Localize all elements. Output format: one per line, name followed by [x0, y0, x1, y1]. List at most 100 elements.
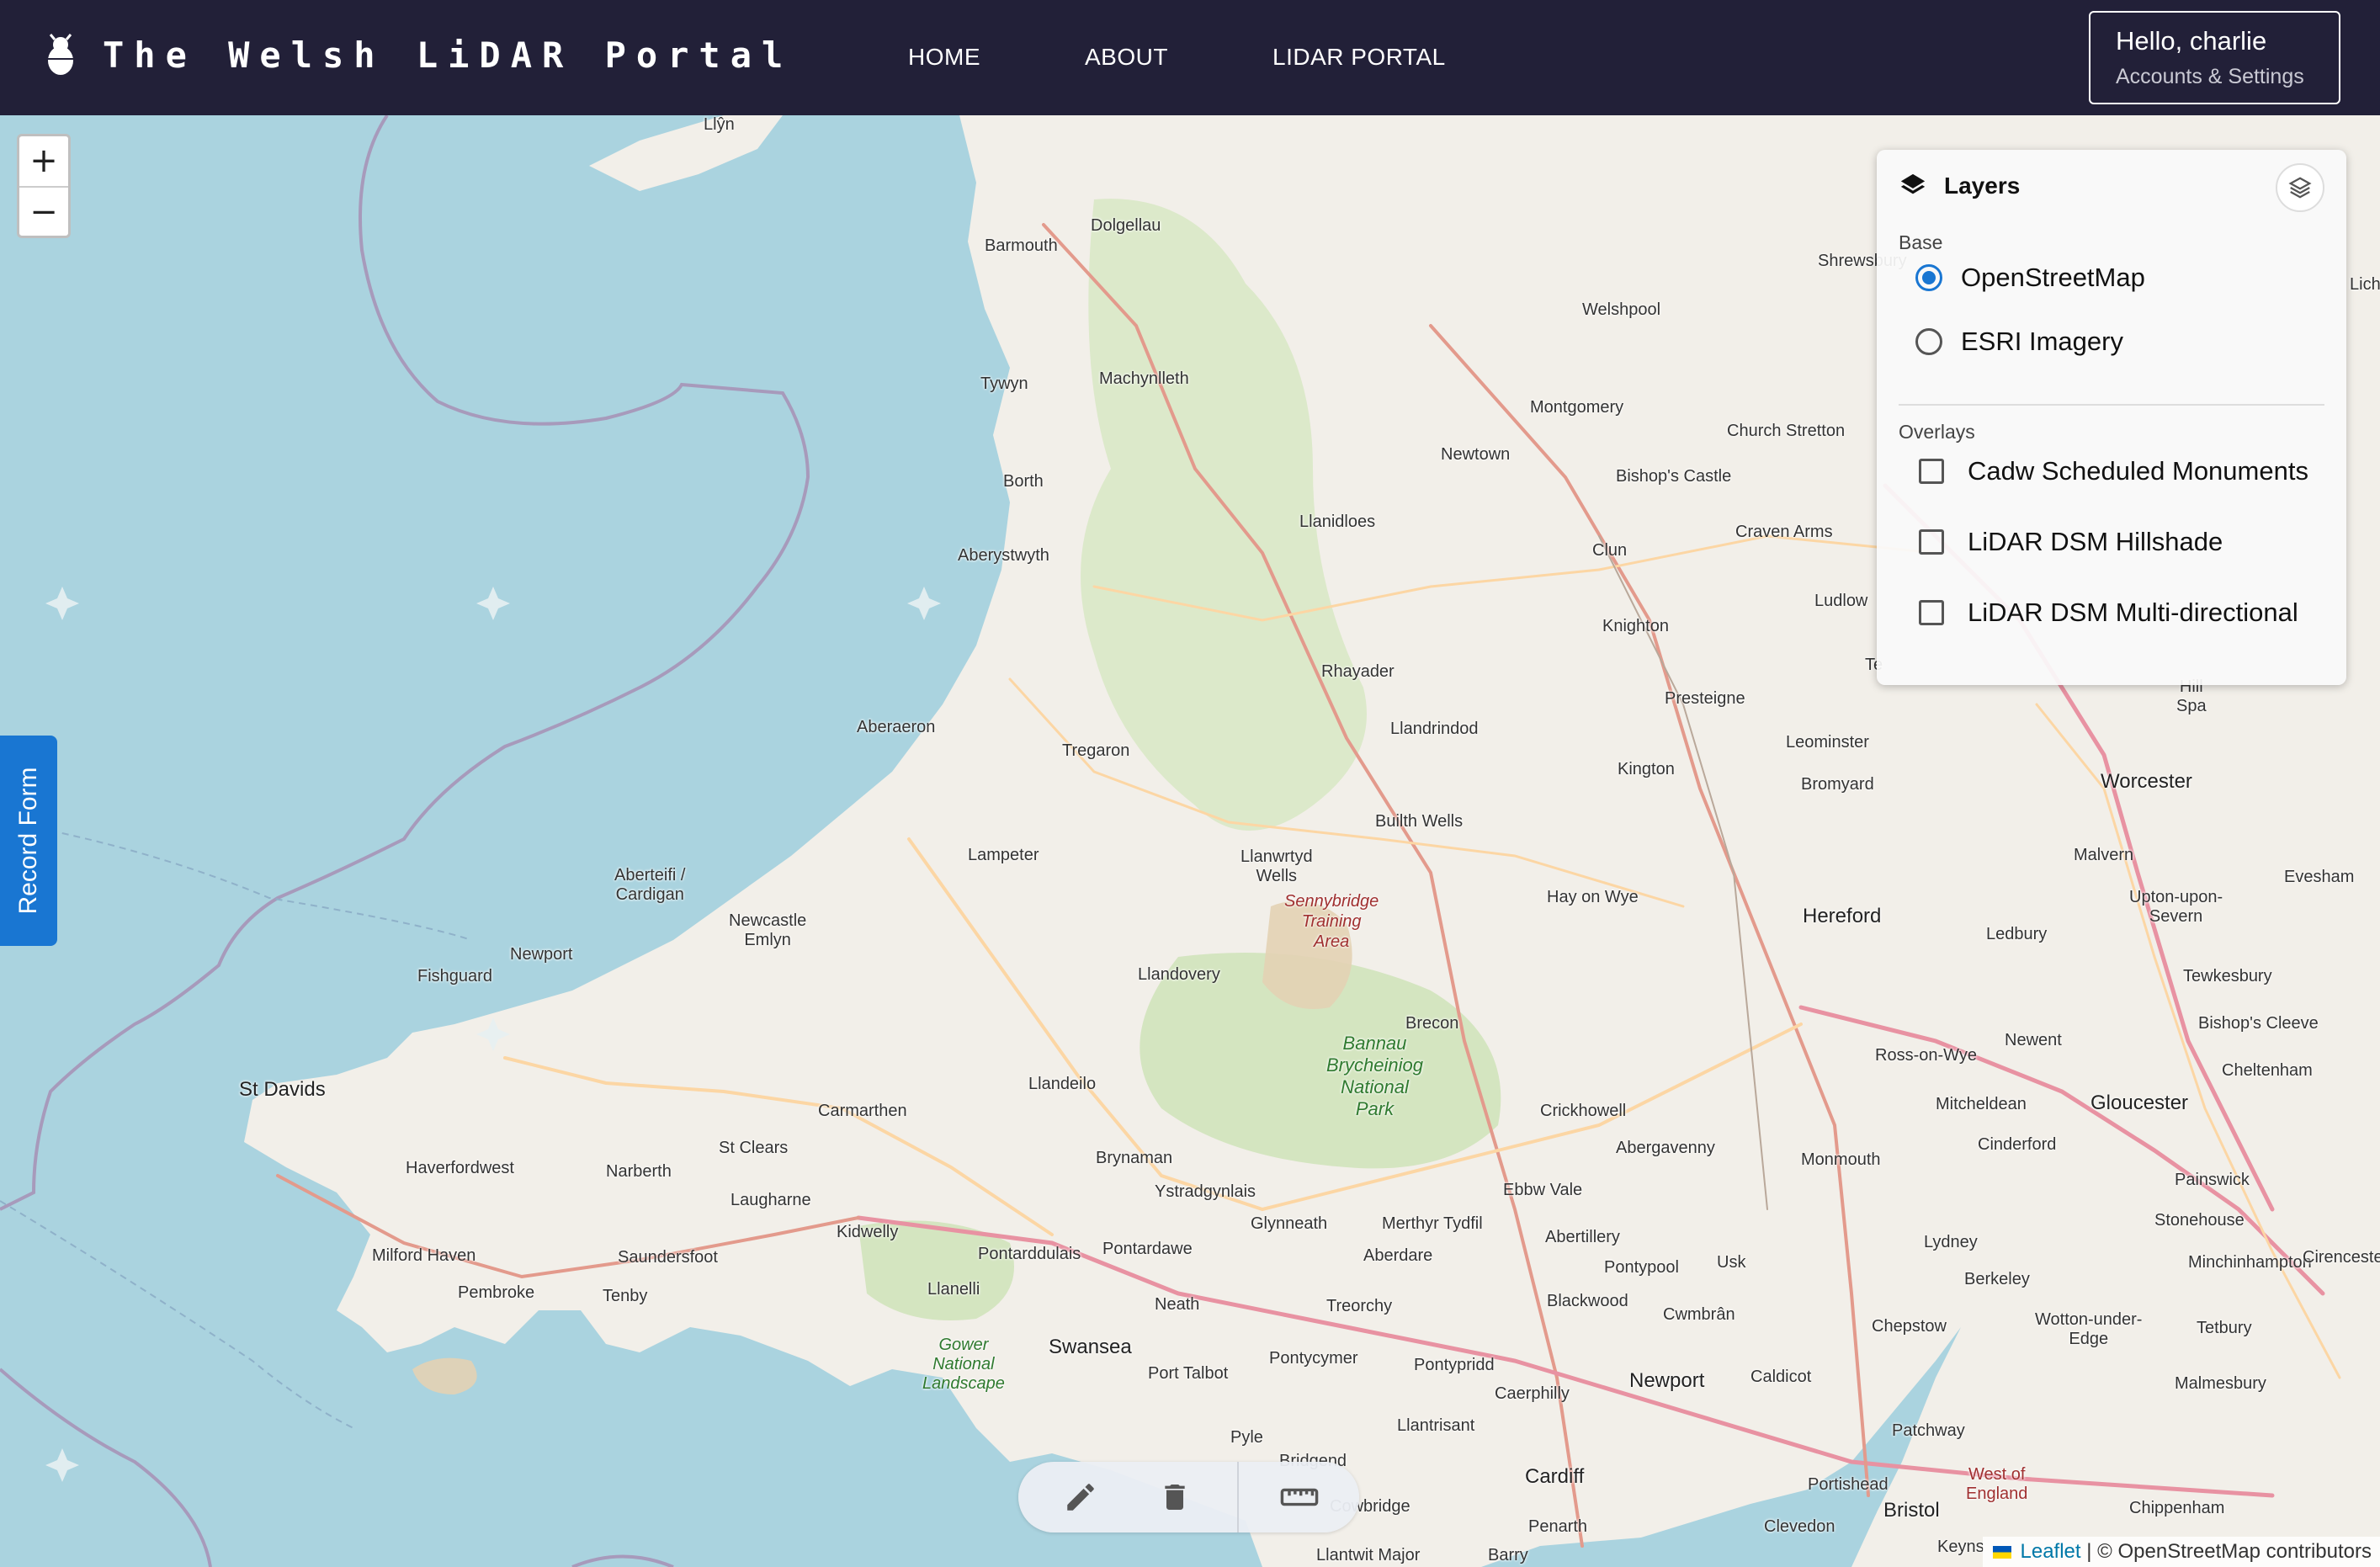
place-label: Dolgellau [1091, 216, 1161, 235]
place-label: Chippenham [2129, 1499, 2225, 1517]
place-label: Evesham [2284, 868, 2355, 886]
place-label: Neath [1155, 1295, 1200, 1314]
zoom-in-button[interactable]: + [19, 136, 68, 186]
nav-about[interactable]: ABOUT [1085, 44, 1168, 71]
place-label: Llantwit Major [1316, 1546, 1421, 1564]
place-label: Llandeilo [1028, 1075, 1097, 1093]
place-label: Caerphilly [1495, 1384, 1570, 1403]
place-label: Narberth [606, 1162, 672, 1181]
overlay-cadw-monuments[interactable]: Cadw Scheduled Monuments [1915, 456, 2308, 486]
checkbox[interactable] [1919, 529, 1944, 555]
radio-selected[interactable] [1915, 264, 1942, 291]
place-label: Port Talbot [1148, 1364, 1229, 1383]
place-label: Ystradgynlais [1155, 1182, 1256, 1201]
place-label: Tregaron [1062, 741, 1130, 760]
place-label: Swansea [1049, 1336, 1132, 1358]
checkbox[interactable] [1919, 459, 1944, 484]
place-label: Painswick [2175, 1171, 2250, 1189]
osm-attribution: © OpenStreetMap contributors [2097, 1540, 2372, 1563]
ruler-icon[interactable] [1276, 1474, 1323, 1521]
pencil-icon[interactable] [1057, 1474, 1104, 1521]
place-label: Fishguard [417, 967, 492, 985]
place-label: Patchway [1892, 1421, 1965, 1440]
toolbar-separator [1237, 1462, 1239, 1532]
place-label: Cheltenham [2222, 1061, 2313, 1080]
place-label: Abertillery [1545, 1228, 1620, 1246]
base-option-openstreetmap[interactable]: OpenStreetMap [1915, 263, 2145, 293]
app-title: The Welsh LiDAR Portal [103, 34, 794, 76]
place-label: Lampeter [968, 846, 1039, 864]
leaflet-link[interactable]: Leaflet [2021, 1540, 2081, 1563]
place-label: St Clears [719, 1139, 789, 1157]
place-label: Tywyn [980, 374, 1028, 393]
place-label: Tetbury [2197, 1319, 2252, 1337]
layers-toggle-button[interactable] [2276, 163, 2324, 212]
overlay-lidar-multidirectional[interactable]: LiDAR DSM Multi-directional [1915, 598, 2298, 628]
checkbox[interactable] [1919, 600, 1944, 625]
nav-lidar-portal[interactable]: LIDAR PORTAL [1272, 44, 1446, 71]
account-menu-button[interactable]: Hello, charlie Accounts & Settings [2089, 11, 2340, 104]
layers-icon [1900, 173, 1926, 194]
brand[interactable]: The Welsh LiDAR Portal [44, 34, 793, 76]
place-label: Stonehouse [2154, 1211, 2245, 1230]
place-label: Aberystwyth [958, 546, 1049, 565]
place-label: Presteigne [1665, 689, 1745, 708]
overlay-label: LiDAR DSM Multi-directional [1968, 598, 2298, 627]
record-form-label: Record Form [14, 767, 42, 915]
ukraine-flag-icon [1992, 1546, 2011, 1559]
place-label: Machynlleth [1099, 369, 1189, 388]
place-label: Hay on Wye [1547, 888, 1639, 906]
park-label: Gower National Landscape [922, 1336, 1005, 1393]
map-attribution: Leaflet | © OpenStreetMap contributors [1982, 1537, 2380, 1567]
place-label: Llandovery [1138, 965, 1220, 984]
attribution-separator: | [2080, 1540, 2098, 1563]
divider [1899, 404, 2324, 406]
place-label: Llanwrtyd Wells [1240, 847, 1313, 885]
place-label: Tewkesbury [2183, 967, 2272, 985]
place-label: Ledbury [1986, 925, 2048, 943]
place-label: Portishead [1808, 1475, 1889, 1494]
place-label: Pontarddulais [978, 1245, 1081, 1263]
radio-unselected[interactable] [1915, 328, 1942, 355]
base-option-esri-imagery[interactable]: ESRI Imagery [1915, 327, 2123, 357]
place-label: Pyle [1230, 1428, 1263, 1447]
place-label: Barmouth [985, 236, 1058, 255]
place-label: Upton-upon- Severn [2129, 888, 2223, 926]
place-label: Malmesbury [2175, 1374, 2266, 1393]
place-label: Penarth [1528, 1517, 1588, 1536]
place-label: Barry [1488, 1546, 1528, 1564]
place-label: Lydney [1924, 1233, 1978, 1251]
place-label: West of England [1966, 1465, 2028, 1503]
nav-home[interactable]: HOME [908, 44, 980, 71]
layers-stack-icon [2288, 177, 2312, 199]
place-label: Ross-on-Wye [1875, 1046, 1977, 1065]
place-label: Pontycymer [1269, 1349, 1358, 1368]
place-label: Craven Arms [1735, 523, 1833, 541]
place-label: Berkeley [1964, 1270, 2030, 1288]
overlay-lidar-hillshade[interactable]: LiDAR DSM Hillshade [1915, 527, 2223, 557]
place-label: Cirencester [2303, 1248, 2380, 1267]
place-label: Cardiff [1525, 1465, 1585, 1488]
place-label: Rhayader [1321, 662, 1395, 681]
place-label: Laugharne [730, 1191, 811, 1209]
place-label: Newtown [1441, 445, 1511, 464]
place-label: Clevedon [1764, 1517, 1835, 1536]
place-label: Crickhowell [1540, 1102, 1627, 1120]
place-label: Pontypridd [1414, 1356, 1495, 1374]
base-option-label: ESRI Imagery [1961, 327, 2123, 356]
record-form-tab[interactable]: Record Form [0, 736, 57, 946]
place-label: Wotton-under- Edge [2035, 1310, 2143, 1348]
layers-panel: Layers Base OpenStreetMap ESRI Imagery O… [1877, 150, 2346, 685]
zoom-out-button[interactable]: − [19, 186, 68, 236]
base-option-label: OpenStreetMap [1961, 263, 2145, 292]
place-label: Builth Wells [1375, 812, 1464, 831]
area-label: Sennybridge Training Area [1284, 892, 1379, 951]
trash-icon[interactable] [1151, 1474, 1198, 1521]
place-label: Newport [510, 945, 573, 964]
zoom-control: + − [17, 134, 71, 238]
place-label: Brecon [1405, 1014, 1459, 1033]
place-label: Keyns [1937, 1538, 1984, 1556]
place-label: Caldicot [1750, 1368, 1812, 1386]
overlay-label: Cadw Scheduled Monuments [1968, 456, 2308, 486]
place-label: Bishop's Cleeve [2198, 1014, 2319, 1033]
